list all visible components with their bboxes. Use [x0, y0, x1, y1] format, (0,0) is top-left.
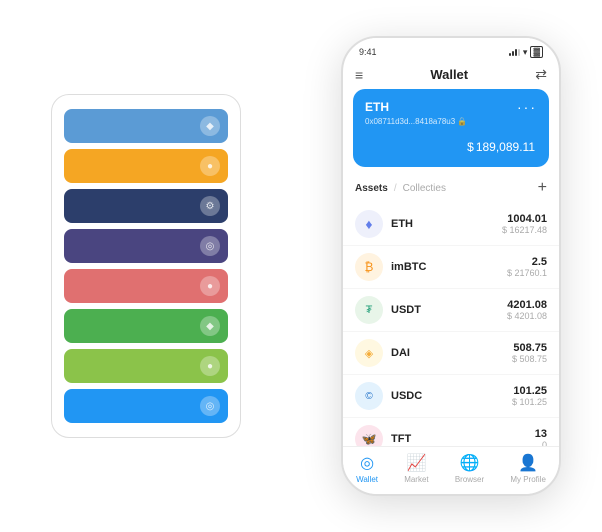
- page-title: Wallet: [430, 67, 468, 82]
- dai-primary: 508.75: [512, 342, 547, 354]
- browser-nav-icon: 🌐: [460, 453, 480, 473]
- stack-row-2: ●: [64, 149, 228, 183]
- usdt-name: USDT: [391, 304, 507, 316]
- wallet-nav-label: Wallet: [356, 475, 378, 484]
- assets-tabs: Assets / Collecties: [355, 183, 446, 194]
- assets-section: Assets / Collecties + ♦ ETH 1004.01 $ 16…: [343, 175, 559, 446]
- tab-divider: /: [394, 183, 397, 194]
- balance-amount: 189,089.11: [476, 140, 535, 154]
- stack-row-3: ⚙: [64, 189, 228, 223]
- bottom-nav: ◎ Wallet 📈 Market 🌐 Browser 👤 My Profile: [343, 446, 559, 494]
- eth-card[interactable]: ETH ··· 0x08711d3d...8418a78u3 🔒 $189,08…: [353, 89, 549, 167]
- phone-notch-area: 9:41 ▾ ▓: [343, 38, 559, 62]
- dai-icon: ◈: [355, 339, 383, 367]
- stack-row-8: ◎: [64, 389, 228, 423]
- balance-prefix: $: [467, 140, 474, 154]
- eth-card-top: ETH ···: [365, 99, 537, 115]
- signal-icon: [509, 48, 520, 56]
- usdc-amounts: 101.25 $ 101.25: [512, 385, 547, 407]
- asset-item-dai[interactable]: ◈ DAI 508.75 $ 508.75: [343, 332, 559, 375]
- wallet-nav-icon: ◎: [360, 453, 374, 473]
- usdt-icon: ₮: [355, 296, 383, 324]
- card-stack: ◆ ● ⚙ ◎ ● ◆ ● ◎: [51, 94, 241, 438]
- add-asset-button[interactable]: +: [538, 179, 547, 197]
- stack-row-icon-2: ●: [200, 156, 220, 176]
- usdc-icon: ©: [355, 382, 383, 410]
- imbtc-primary: 2.5: [507, 256, 547, 268]
- asset-item-usdt[interactable]: ₮ USDT 4201.08 $ 4201.08: [343, 289, 559, 332]
- imbtc-icon: ₿: [355, 253, 383, 281]
- stack-row-icon-3: ⚙: [200, 196, 220, 216]
- eth-card-address: 0x08711d3d...8418a78u3 🔒: [365, 117, 537, 126]
- wifi-icon: ▾: [523, 47, 528, 58]
- stack-row-icon-8: ◎: [200, 396, 220, 416]
- nav-item-profile[interactable]: 👤 My Profile: [510, 453, 546, 484]
- usdc-primary: 101.25: [512, 385, 547, 397]
- eth-name: ETH: [391, 218, 502, 230]
- dai-secondary: $ 508.75: [512, 354, 547, 364]
- menu-icon[interactable]: ≡: [355, 67, 363, 83]
- tft-primary: 13: [535, 428, 547, 440]
- eth-icon: ♦: [355, 210, 383, 238]
- stack-row-icon-4: ◎: [200, 236, 220, 256]
- usdc-secondary: $ 101.25: [512, 397, 547, 407]
- usdt-primary: 4201.08: [507, 299, 547, 311]
- asset-list: ♦ ETH 1004.01 $ 16217.48 ₿ imBTC 2.5 $ 2…: [343, 203, 559, 446]
- stack-row-4: ◎: [64, 229, 228, 263]
- eth-primary: 1004.01: [502, 213, 547, 225]
- tft-icon: 🦋: [355, 425, 383, 446]
- scan-icon[interactable]: ⇄: [535, 66, 547, 83]
- stack-row-5: ●: [64, 269, 228, 303]
- tab-collecties[interactable]: Collecties: [403, 183, 446, 194]
- assets-header: Assets / Collecties +: [343, 175, 559, 203]
- dai-name: DAI: [391, 347, 512, 359]
- status-time: 9:41: [359, 47, 377, 57]
- phone-header: ≡ Wallet ⇄: [343, 62, 559, 89]
- imbtc-secondary: $ 21760.1: [507, 268, 547, 278]
- stack-row-1: ◆: [64, 109, 228, 143]
- tft-amounts: 13 0: [535, 428, 547, 446]
- profile-nav-icon: 👤: [518, 453, 538, 473]
- stack-row-icon-6: ◆: [200, 316, 220, 336]
- profile-nav-label: My Profile: [510, 475, 546, 484]
- eth-card-symbol: ETH: [365, 100, 389, 114]
- asset-item-imbtc[interactable]: ₿ imBTC 2.5 $ 21760.1: [343, 246, 559, 289]
- battery-icon: ▓: [530, 46, 543, 58]
- status-icons: ▾ ▓: [509, 46, 543, 58]
- market-nav-label: Market: [404, 475, 428, 484]
- stack-row-icon-1: ◆: [200, 116, 220, 136]
- browser-nav-label: Browser: [455, 475, 484, 484]
- stack-row-icon-7: ●: [200, 356, 220, 376]
- eth-amounts: 1004.01 $ 16217.48: [502, 213, 547, 235]
- usdt-amounts: 4201.08 $ 4201.08: [507, 299, 547, 321]
- scene: ◆ ● ⚙ ◎ ● ◆ ● ◎ 9:41: [11, 11, 591, 521]
- asset-item-eth[interactable]: ♦ ETH 1004.01 $ 16217.48: [343, 203, 559, 246]
- nav-item-wallet[interactable]: ◎ Wallet: [356, 453, 378, 484]
- status-bar: 9:41 ▾ ▓: [359, 46, 543, 58]
- phone-frame: 9:41 ▾ ▓ ≡ Wallet ⇄ ETH ··· 0x0871: [341, 36, 561, 496]
- stack-row-7: ●: [64, 349, 228, 383]
- asset-item-usdc[interactable]: © USDC 101.25 $ 101.25: [343, 375, 559, 418]
- usdt-secondary: $ 4201.08: [507, 311, 547, 321]
- asset-item-tft[interactable]: 🦋 TFT 13 0: [343, 418, 559, 446]
- tft-name: TFT: [391, 433, 535, 445]
- imbtc-name: imBTC: [391, 261, 507, 273]
- eth-card-menu[interactable]: ···: [517, 99, 537, 115]
- eth-secondary: $ 16217.48: [502, 225, 547, 235]
- stack-row-icon-5: ●: [200, 276, 220, 296]
- imbtc-amounts: 2.5 $ 21760.1: [507, 256, 547, 278]
- eth-card-balance: $189,089.11: [365, 134, 537, 157]
- nav-item-market[interactable]: 📈 Market: [404, 453, 428, 484]
- nav-item-browser[interactable]: 🌐 Browser: [455, 453, 484, 484]
- market-nav-icon: 📈: [406, 453, 426, 473]
- usdc-name: USDC: [391, 390, 512, 402]
- stack-row-6: ◆: [64, 309, 228, 343]
- dai-amounts: 508.75 $ 508.75: [512, 342, 547, 364]
- tab-assets[interactable]: Assets: [355, 183, 388, 194]
